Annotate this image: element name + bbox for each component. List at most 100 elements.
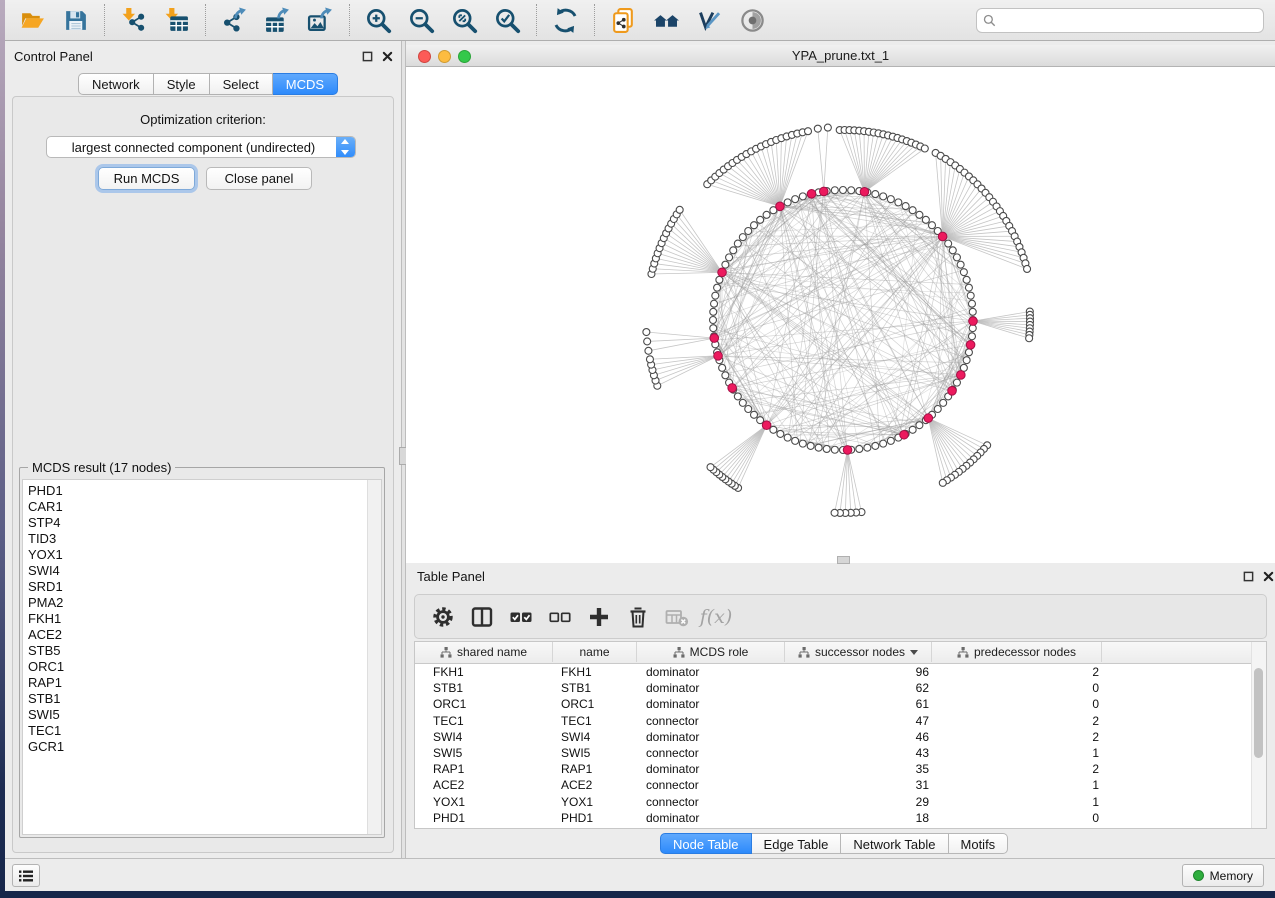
network-edge[interactable]: [716, 425, 766, 472]
network-node[interactable]: [711, 300, 718, 307]
network-node[interactable]: [872, 442, 879, 449]
table-row[interactable]: SWI4SWI4dominator462: [415, 729, 1252, 745]
network-node[interactable]: [814, 125, 821, 132]
column-header-successor-nodes[interactable]: successor nodes: [785, 642, 932, 662]
table-row[interactable]: ACE2ACE2connector311: [415, 777, 1252, 793]
network-node[interactable]: [902, 203, 909, 210]
network-node[interactable]: [953, 379, 960, 386]
network-node[interactable]: [922, 216, 929, 223]
import-table-button[interactable]: [161, 5, 192, 36]
network-hub-node[interactable]: [718, 268, 727, 277]
scrollbar-thumb[interactable]: [1254, 668, 1263, 758]
tab-node-table[interactable]: Node Table: [660, 833, 752, 854]
tab-mcds[interactable]: MCDS: [273, 73, 338, 95]
table-scrollbar[interactable]: [1251, 642, 1266, 828]
table-row[interactable]: TEC1TEC1connector472: [415, 713, 1252, 729]
column-header-predecessor-nodes[interactable]: predecessor nodes: [932, 642, 1102, 662]
table-row[interactable]: RAP1RAP1dominator352: [415, 761, 1252, 777]
show-columns-button[interactable]: [468, 603, 496, 631]
network-hub-node[interactable]: [860, 187, 869, 196]
close-panel-button[interactable]: [381, 50, 394, 63]
network-node[interactable]: [770, 426, 777, 433]
network-edge[interactable]: [728, 425, 766, 481]
zoom-fit-button[interactable]: [449, 5, 480, 36]
network-node[interactable]: [880, 193, 887, 200]
network-node[interactable]: [792, 196, 799, 203]
network-node[interactable]: [963, 276, 970, 283]
network-edge[interactable]: [714, 338, 781, 434]
network-node[interactable]: [726, 254, 733, 261]
network-hub-node[interactable]: [924, 414, 933, 423]
tab-network-table[interactable]: Network Table: [841, 833, 948, 854]
network-node[interactable]: [643, 329, 650, 336]
zoom-out-button[interactable]: [406, 5, 437, 36]
network-node[interactable]: [916, 211, 923, 218]
network-edge[interactable]: [713, 425, 766, 470]
run-mcds-button[interactable]: Run MCDS: [98, 167, 195, 190]
network-node[interactable]: [714, 284, 721, 291]
network-node[interactable]: [965, 284, 972, 291]
network-edge[interactable]: [928, 418, 973, 459]
network-node[interactable]: [934, 405, 941, 412]
network-edge[interactable]: [722, 425, 766, 477]
mcds-result-item[interactable]: CAR1: [28, 499, 381, 515]
mcds-result-item[interactable]: SWI4: [28, 563, 381, 579]
network-edge[interactable]: [737, 160, 780, 206]
open-session-button[interactable]: [17, 5, 48, 36]
network-node[interactable]: [710, 317, 717, 324]
network-node[interactable]: [1024, 265, 1031, 272]
network-node[interactable]: [1026, 335, 1033, 342]
network-node[interactable]: [848, 187, 855, 194]
network-node[interactable]: [823, 445, 830, 452]
deselect-all-button[interactable]: [546, 603, 574, 631]
network-hub-node[interactable]: [948, 387, 957, 396]
network-edge[interactable]: [928, 418, 947, 480]
mcds-result-item[interactable]: PMA2: [28, 595, 381, 611]
network-hub-node[interactable]: [807, 190, 816, 199]
result-scrollbar[interactable]: [367, 480, 381, 834]
network-node[interactable]: [864, 444, 871, 451]
export-table-button[interactable]: [262, 5, 293, 36]
network-node[interactable]: [928, 222, 935, 229]
table-close-button[interactable]: [1262, 570, 1275, 583]
network-node[interactable]: [757, 216, 764, 223]
table-row[interactable]: STB1STB1dominator620: [415, 680, 1252, 696]
network-edge[interactable]: [722, 195, 809, 273]
mcds-result-item[interactable]: GCR1: [28, 739, 381, 755]
network-node[interactable]: [799, 440, 806, 447]
table-float-button[interactable]: [1242, 570, 1255, 583]
network-node[interactable]: [887, 437, 894, 444]
zoom-selected-button[interactable]: [492, 5, 523, 36]
column-header-shared-name[interactable]: shared name: [415, 642, 553, 662]
network-node[interactable]: [722, 261, 729, 268]
network-node[interactable]: [872, 191, 879, 198]
column-header-mcds-role[interactable]: MCDS role: [637, 642, 785, 662]
network-node[interactable]: [960, 269, 967, 276]
network-hub-node[interactable]: [728, 384, 737, 393]
network-node[interactable]: [965, 349, 972, 356]
network-node[interactable]: [745, 228, 752, 235]
network-edge[interactable]: [854, 130, 864, 191]
network-edge[interactable]: [973, 315, 1030, 321]
network-node[interactable]: [710, 308, 717, 315]
network-hub-node[interactable]: [762, 421, 771, 430]
tab-edge-table[interactable]: Edge Table: [752, 833, 842, 854]
tab-network[interactable]: Network: [78, 73, 154, 95]
select-all-button[interactable]: [507, 603, 535, 631]
network-edge[interactable]: [680, 210, 722, 273]
network-edge[interactable]: [864, 143, 911, 192]
network-node[interactable]: [799, 193, 806, 200]
network-node[interactable]: [646, 356, 653, 363]
network-node[interactable]: [784, 199, 791, 206]
network-node[interactable]: [739, 234, 746, 241]
zoom-in-button[interactable]: [363, 5, 394, 36]
network-edge[interactable]: [719, 425, 766, 474]
network-node[interactable]: [856, 445, 863, 452]
network-node[interactable]: [968, 333, 975, 340]
network-hub-node[interactable]: [938, 232, 947, 241]
mcds-result-item[interactable]: YOX1: [28, 547, 381, 563]
memory-button[interactable]: Memory: [1182, 864, 1264, 887]
export-web-button[interactable]: [608, 5, 639, 36]
network-node[interactable]: [909, 207, 916, 214]
network-node[interactable]: [824, 124, 831, 131]
